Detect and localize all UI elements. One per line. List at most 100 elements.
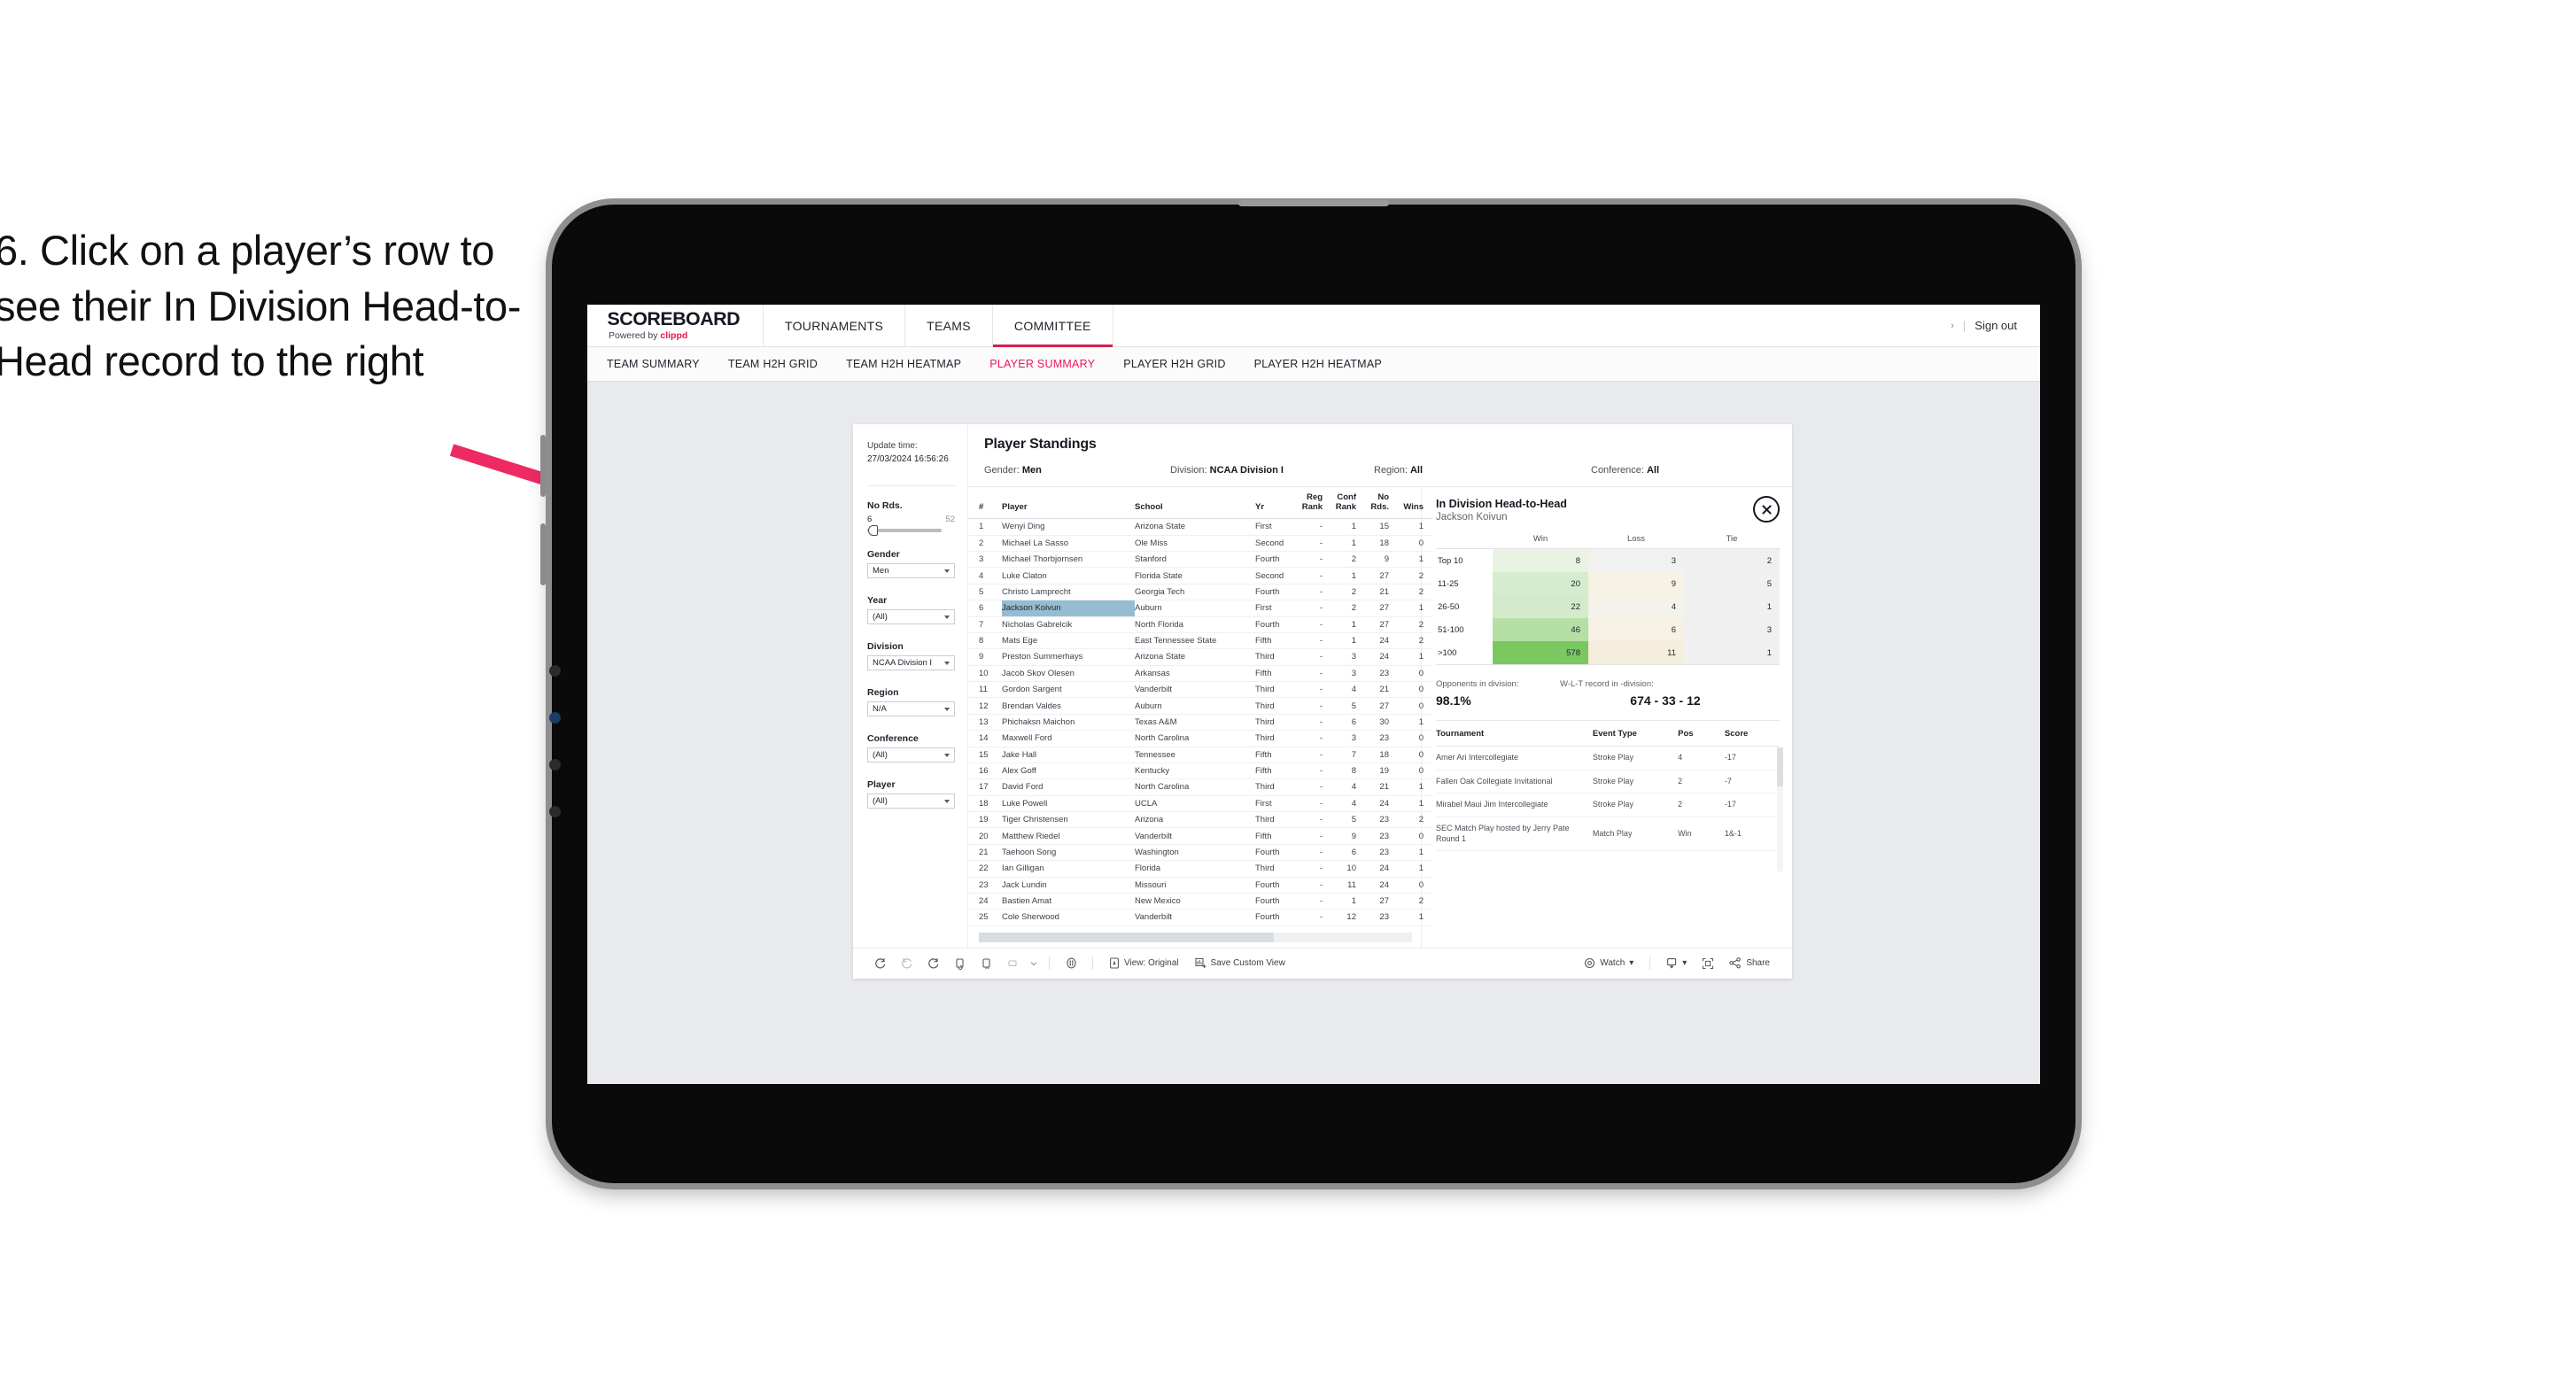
alert-subscribe-button[interactable]: ▾ <box>1658 957 1695 969</box>
table-row[interactable]: 21 Taehoon Song Washington Fourth -6 23 1 <box>968 844 1432 862</box>
tab-player-summary[interactable]: PLAYER SUMMARY <box>989 358 1095 370</box>
brand-logo[interactable]: SCOREBOARD Powered by clippd <box>587 305 764 346</box>
save-custom-view-button[interactable]: Save Custom View <box>1187 957 1293 969</box>
tournament-row[interactable]: Amer Ari Intercollegiate Stroke Play 4 -17 <box>1436 746 1780 770</box>
redo-icon[interactable] <box>894 957 920 970</box>
h2h-tie-cell: 1 <box>1684 641 1780 665</box>
table-row[interactable]: 22 Ian Gilligan Florida Third -10 24 1 <box>968 860 1432 878</box>
sign-out-link[interactable]: Sign out <box>1975 319 2017 332</box>
table-row[interactable]: 11 Gordon Sargent Vanderbilt Third -4 21 0 <box>968 681 1432 699</box>
table-row[interactable]: 10 Jacob Skov Olesen Arkansas Fifth -3 23 0 <box>968 665 1432 683</box>
tournament-row[interactable]: SEC Match Play hosted by Jerry Pate Roun… <box>1436 817 1780 852</box>
chevron-right-icon[interactable]: › <box>1951 321 1954 331</box>
table-row[interactable]: 9 Preston Summerhays Arizona State Third -3 2… <box>968 648 1432 666</box>
cell-rank: 12 <box>968 697 1002 715</box>
undo-icon[interactable] <box>867 957 894 970</box>
tab-team-summary[interactable]: TEAM SUMMARY <box>607 358 700 370</box>
device-layout-icon[interactable] <box>1000 957 1027 970</box>
table-row[interactable]: 8 Mats Ege East Tennessee State Fifth -1 24 2 <box>968 632 1432 650</box>
tab-team-h2h-heatmap[interactable]: TEAM H2H HEATMAP <box>846 358 961 370</box>
table-row[interactable]: 25 Cole Sherwood Vanderbilt Fourth -12 23 1 <box>968 909 1432 926</box>
col-event-type[interactable]: Event Type <box>1592 721 1679 747</box>
table-row[interactable]: 3 Michael Thorbjornsen Stanford Fourth -2 9 1 <box>968 551 1432 569</box>
close-icon[interactable] <box>1753 496 1780 523</box>
table-row[interactable]: 4 Luke Claton Florida State Second -1 27 2 <box>968 567 1432 585</box>
vertical-scrollbar[interactable] <box>1777 747 1783 871</box>
cell-conf-rank: 2 <box>1330 584 1364 601</box>
col-year[interactable]: Yr <box>1255 487 1298 520</box>
volume-down-button[interactable] <box>540 523 546 585</box>
slider-max-value: 52 <box>945 515 955 524</box>
tab-player-h2h-grid[interactable]: PLAYER H2H GRID <box>1123 358 1225 370</box>
cell-no-rds: 24 <box>1364 632 1397 650</box>
year-select[interactable]: (All) <box>867 609 955 624</box>
col-no-rds[interactable]: No Rds. <box>1364 487 1397 520</box>
table-row[interactable]: 12 Brendan Valdes Auburn Third -5 27 0 <box>968 697 1432 715</box>
tab-player-h2h-heatmap[interactable]: PLAYER H2H HEATMAP <box>1254 358 1382 370</box>
table-row[interactable]: 24 Bastien Amat New Mexico Fourth -1 27 2 <box>968 893 1432 910</box>
share-label: Share <box>1746 958 1770 969</box>
slider-handle[interactable] <box>868 525 878 536</box>
cell-player: Tiger Christensen <box>1002 811 1135 829</box>
tournament-row[interactable]: Mirabel Maui Jim Intercollegiate Stroke P… <box>1436 793 1780 818</box>
col-school[interactable]: School <box>1135 487 1255 520</box>
table-row[interactable]: 6 Jackson Koivun Auburn First -2 27 1 <box>968 600 1432 617</box>
h2h-band-label: 11-25 <box>1438 578 1459 589</box>
col-conf-rank[interactable]: Conf Rank <box>1330 487 1364 520</box>
watch-button[interactable]: Watch ▾ <box>1576 957 1641 969</box>
col-reg-rank[interactable]: Reg Rank <box>1298 487 1330 520</box>
region-select[interactable]: N/A <box>867 701 955 716</box>
table-row[interactable]: 18 Luke Powell UCLA First -4 24 1 <box>968 795 1432 813</box>
col-pos[interactable]: Pos <box>1678 721 1725 747</box>
slider-range-labels: 6 52 <box>867 515 955 524</box>
horizontal-scrollbar[interactable] <box>979 932 1412 942</box>
table-row[interactable]: 19 Tiger Christensen Arizona Third -5 23 2 <box>968 811 1432 829</box>
scrollbar-thumb[interactable] <box>1777 747 1783 786</box>
h2h-band-label: 51-100 <box>1438 624 1464 635</box>
cell-school: Washington <box>1135 844 1255 862</box>
cell-player: David Ford <box>1002 778 1135 796</box>
refresh-data-icon[interactable] <box>947 957 974 970</box>
conference-select[interactable]: (All) <box>867 747 955 763</box>
share-button[interactable]: Share <box>1721 957 1778 969</box>
col-player[interactable]: Player <box>1002 487 1135 520</box>
table-row[interactable]: 23 Jack Lundin Missouri Fourth -11 24 0 <box>968 877 1432 894</box>
pause-auto-update-icon[interactable] <box>974 957 1000 970</box>
tab-team-h2h-grid[interactable]: TEAM H2H GRID <box>728 358 818 370</box>
nav-item-committee[interactable]: COMMITTEE <box>992 305 1113 347</box>
device-layout-caret-icon[interactable] <box>1027 960 1041 967</box>
table-header-row: # Player School Yr Reg Rank Conf Rank No Rd… <box>968 487 1432 520</box>
table-row[interactable]: 1 Wenyi Ding Arizona State First -1 15 1 <box>968 518 1432 536</box>
table-row[interactable]: 20 Matthew Riedel Vanderbilt Fifth -9 23 0 <box>968 827 1432 845</box>
tournament-row[interactable]: Fallen Oak Collegiate Invitational Stroke… <box>1436 770 1780 794</box>
tournament-score: -17 <box>1724 793 1780 818</box>
conference-select-value: (All) <box>873 750 888 760</box>
table-row[interactable]: 5 Christo Lamprecht Georgia Tech Fourth -2 21… <box>968 584 1432 601</box>
scrollbar-thumb[interactable] <box>979 932 1274 942</box>
table-row[interactable]: 14 Maxwell Ford North Carolina Third -3 23 0 <box>968 730 1432 747</box>
col-rank[interactable]: # <box>968 487 1002 520</box>
cell-school: Florida <box>1135 860 1255 878</box>
volume-up-button[interactable] <box>540 435 546 497</box>
cell-year: Fourth <box>1255 877 1298 894</box>
table-row[interactable]: 7 Nicholas Gabrelcik North Florida Fourth -1… <box>968 616 1432 633</box>
nav-item-tournaments[interactable]: TOURNAMENTS <box>764 305 906 346</box>
division-select[interactable]: NCAA Division I <box>867 655 955 670</box>
nav-item-teams[interactable]: TEAMS <box>905 305 993 346</box>
gender-select[interactable]: Men <box>867 563 955 578</box>
player-select[interactable]: (All) <box>867 794 955 809</box>
pause-icon[interactable] <box>1058 956 1084 970</box>
update-time-label: Update time: <box>867 441 918 451</box>
table-row[interactable]: 13 Phichaksn Maichon Texas A&M Third -6 30 1 <box>968 714 1432 732</box>
table-row[interactable]: 2 Michael La Sasso Ole Miss Second -1 18 0 <box>968 535 1432 553</box>
view-original-button[interactable]: View: Original <box>1101 957 1187 969</box>
revert-icon[interactable] <box>920 957 947 970</box>
col-score[interactable]: Score <box>1724 721 1780 747</box>
no-rounds-slider[interactable] <box>867 525 942 536</box>
fullscreen-icon[interactable] <box>1695 957 1721 970</box>
table-row[interactable]: 15 Jake Hall Tennessee Fifth -7 18 0 <box>968 747 1432 763</box>
col-tournament[interactable]: Tournament <box>1436 721 1593 747</box>
table-row[interactable]: 16 Alex Goff Kentucky Fifth -8 19 0 <box>968 763 1432 780</box>
table-row[interactable]: 17 David Ford North Carolina Third -4 21 1 <box>968 778 1432 796</box>
slider-min-value: 6 <box>867 515 873 524</box>
